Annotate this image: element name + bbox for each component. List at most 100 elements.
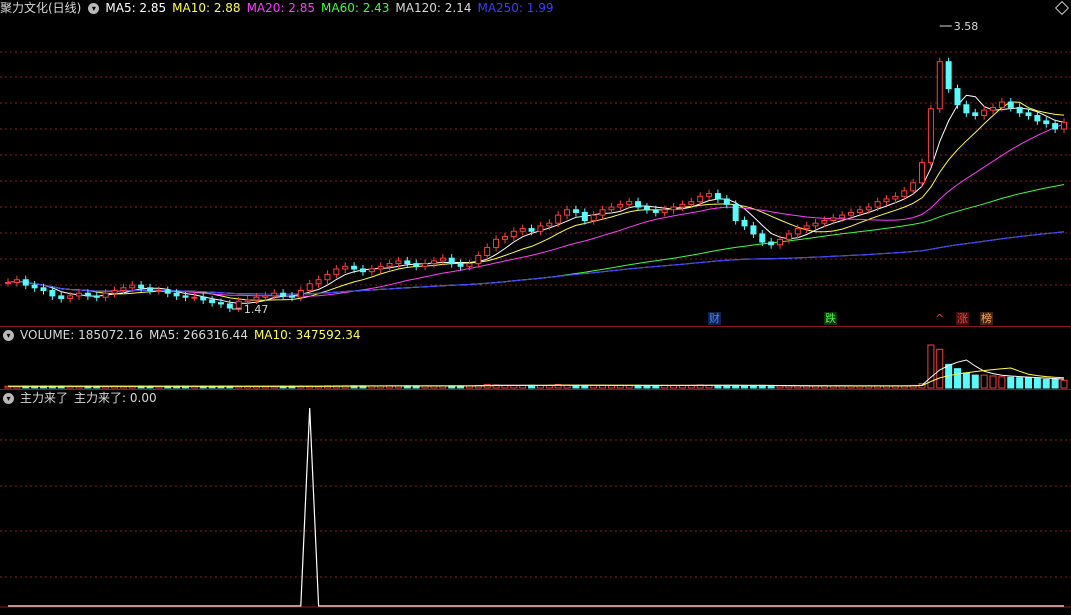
candle-body [1016, 106, 1023, 114]
volume-bar [1042, 378, 1050, 389]
volume-bar [1051, 378, 1059, 389]
ma-line-0 [7, 94, 1065, 304]
custom-indicators: 主力来了 主力来了: 0.00 [20, 390, 163, 406]
price-panel[interactable]: 3.58 1.47 聚力文化(日线) ▾ MA5: 2.85 MA10: 2.88 M… [0, 0, 1071, 326]
candle-body [732, 203, 739, 222]
candle-body [883, 198, 890, 203]
candle-body [484, 246, 491, 257]
candle-body [13, 279, 20, 283]
volume-bar [971, 374, 979, 389]
price-chart[interactable]: 3.58 1.47 [0, 0, 1071, 326]
volume-bar [776, 385, 784, 389]
candle-body [697, 195, 704, 203]
signal-chart[interactable] [0, 390, 1071, 615]
candle-body [342, 265, 349, 270]
volume-panel[interactable]: ▾ VOLUME: 185072.16 MA5: 266316.44 MA10: 3… [0, 327, 1071, 389]
volume-ma-line-0 [8, 359, 1065, 387]
event-marker-2[interactable]: ^ [934, 312, 946, 325]
candle-body [173, 292, 180, 297]
event-marker-3[interactable]: 涨 [956, 312, 969, 325]
candle-body [528, 228, 535, 232]
event-marker-4[interactable]: 榜 [980, 312, 993, 325]
candle-body [927, 108, 934, 164]
volume-bar [572, 384, 580, 389]
candle-body [750, 225, 757, 235]
volume-bar [767, 385, 775, 389]
price-indicator-2: MA20: 2.85 [246, 1, 315, 15]
candle-body [404, 260, 411, 265]
candle-body [519, 228, 526, 232]
candle-body [191, 296, 198, 299]
candle-body [413, 263, 420, 267]
candle-body [919, 162, 926, 184]
candle-body [40, 287, 47, 292]
volume-bar [581, 384, 589, 389]
price-indicators: MA5: 2.85 MA10: 2.88 MA20: 2.85 MA60: 2.43 M… [105, 0, 559, 16]
volume-bar [1007, 376, 1015, 389]
candle-body [75, 292, 82, 297]
event-marker-1[interactable]: 跌 [824, 312, 837, 325]
candle-body [306, 283, 313, 292]
candle-body [1007, 101, 1014, 108]
candle-body [945, 61, 952, 90]
event-marker-0[interactable]: 财 [708, 312, 721, 325]
candle-body [652, 209, 659, 213]
volume-bar [989, 375, 997, 389]
candle-body [120, 287, 127, 292]
candle-body [297, 290, 304, 298]
chevron-down-icon[interactable]: ▾ [88, 2, 100, 14]
chevron-down-icon[interactable]: ▾ [3, 329, 14, 341]
volume-bar [1033, 378, 1041, 389]
candle-body [643, 206, 650, 211]
candle-body [49, 290, 56, 297]
candle-body [67, 295, 74, 300]
candle-body [155, 290, 162, 293]
candle-body [839, 214, 846, 219]
candle-body [422, 263, 429, 267]
candle-body [1061, 121, 1067, 130]
candle-body [821, 220, 828, 224]
volume-bar [998, 376, 1006, 389]
custom-indicator-1: 主力来了: 0.00 [74, 391, 157, 405]
candle-body [466, 263, 473, 267]
candle-body [759, 233, 766, 243]
candle-body [146, 287, 153, 292]
volume-indicator-2: MA10: 347592.34 [253, 328, 361, 342]
candle-body [217, 302, 224, 305]
candle-body [448, 257, 455, 265]
candle-body [635, 201, 642, 208]
candle-body [990, 106, 997, 111]
candle-body [741, 220, 748, 227]
candle-body [1043, 120, 1050, 125]
candle-body [1025, 112, 1032, 117]
volume-bar [1016, 377, 1024, 389]
price-indicator-1: MA10: 2.88 [172, 1, 241, 15]
candle-body [386, 263, 393, 267]
stock-title: 聚力文化(日线) [0, 1, 82, 15]
candle-body [102, 292, 109, 298]
volume-indicator-0: VOLUME: 185072.16 [20, 328, 143, 342]
high-price-label: 3.58 [954, 20, 979, 33]
candle-body [111, 290, 118, 294]
candle-body [555, 214, 562, 224]
candle-body [963, 104, 970, 114]
price-indicator-4: MA120: 2.14 [395, 1, 472, 15]
candle-body [803, 225, 810, 230]
ma-line-3 [7, 184, 1065, 295]
candle-body [572, 209, 579, 213]
candle-body [93, 295, 100, 298]
chevron-down-icon[interactable]: ▾ [3, 392, 14, 404]
candle-body [324, 273, 331, 281]
candle-body [901, 190, 908, 197]
custom-indicator-panel[interactable]: ▾ 主力来了 主力来了: 0.00 [0, 390, 1071, 615]
volume-header: ▾ VOLUME: 185072.16 MA5: 266316.44 MA10: 3… [0, 327, 373, 343]
candle-body [892, 195, 899, 200]
candle-body [856, 209, 863, 213]
candle-body [998, 101, 1005, 108]
candle-body [31, 284, 38, 289]
candle-body [510, 230, 517, 238]
candle-body [830, 217, 837, 222]
candle-body [785, 233, 792, 240]
candle-body [271, 292, 278, 297]
ma-line-1 [7, 101, 1065, 301]
